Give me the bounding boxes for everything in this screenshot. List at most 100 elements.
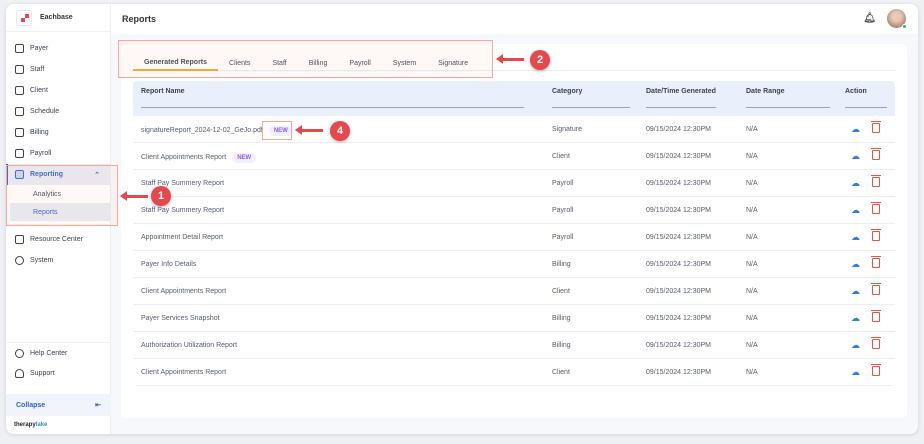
- sidebar-item-resource-center[interactable]: Resource Center: [6, 229, 110, 250]
- sidebar-item-billing[interactable]: Billing: [6, 122, 110, 143]
- trash-icon[interactable]: [871, 148, 881, 160]
- label: Schedule: [30, 108, 60, 115]
- trash-icon[interactable]: [871, 121, 881, 133]
- category-cell: Billing: [552, 261, 571, 268]
- label: Resource Center: [30, 236, 83, 243]
- report-name-cell: Payer Info Details: [141, 261, 196, 268]
- download-icon[interactable]: ☁: [851, 205, 860, 216]
- sidebar-item-schedule[interactable]: Schedule: [6, 101, 110, 122]
- report-name[interactable]: Staff Pay Summery Report: [141, 207, 224, 214]
- logo-icon: [16, 9, 32, 26]
- date-cell: 09/15/2024 12:30PM: [646, 261, 711, 268]
- trash-icon[interactable]: [871, 175, 881, 187]
- report-name[interactable]: signatureReport_2024-12-02_GeJo.pdf: [141, 127, 263, 134]
- trash-icon[interactable]: [871, 256, 881, 268]
- annotation-badge-2: 2: [530, 50, 550, 70]
- sidebar-item-payer[interactable]: Payer: [6, 38, 110, 59]
- download-icon[interactable]: ☁: [851, 232, 860, 243]
- download-icon[interactable]: ☁: [851, 286, 860, 297]
- report-name[interactable]: Staff Pay Summery Report: [141, 180, 224, 187]
- sidebar-item-payroll[interactable]: Payroll: [6, 143, 110, 164]
- sidebar-item-client[interactable]: Client: [6, 80, 110, 101]
- range-cell: N/A: [746, 315, 758, 322]
- trash-icon[interactable]: [871, 283, 881, 295]
- staff-icon: [15, 65, 24, 74]
- annotation-arrow-4: [295, 125, 323, 135]
- table-header: Report Name Category Date/Time Generated Da…: [133, 81, 895, 116]
- download-icon[interactable]: ☁: [851, 367, 860, 378]
- sidebar-bottom: Help Center Support Collapse ⇤ therapy lak…: [6, 342, 111, 434]
- report-name[interactable]: Client Appointments Report: [141, 154, 226, 161]
- table-row: Appointment Detail Report Payroll 09/15/…: [133, 224, 895, 251]
- trash-icon[interactable]: [871, 337, 881, 349]
- download-icon[interactable]: ☁: [851, 313, 860, 324]
- download-icon[interactable]: ☁: [851, 259, 860, 270]
- trash-icon[interactable]: [871, 364, 881, 376]
- reports-panel: Generated Reports Clients Staff Billing Payr…: [121, 44, 907, 418]
- category-cell: Client: [552, 153, 570, 160]
- online-status-icon: [902, 24, 907, 29]
- report-name-cell: Authorization Utilization Report: [141, 342, 237, 349]
- reports-table: Report Name Category Date/Time Generated Da…: [133, 81, 895, 386]
- folder-icon: [15, 235, 24, 244]
- avatar[interactable]: [887, 9, 907, 29]
- column-header[interactable]: Action: [845, 88, 887, 108]
- column-header[interactable]: Date Range: [746, 88, 829, 108]
- trash-icon[interactable]: [871, 229, 881, 241]
- report-name[interactable]: Appointment Detail Report: [141, 234, 223, 241]
- annotation-arrow-1: [120, 191, 148, 201]
- report-name[interactable]: Payer Info Details: [141, 261, 196, 268]
- sidebar-item-help[interactable]: Help Center: [6, 342, 111, 363]
- column-header[interactable]: Category: [552, 88, 631, 108]
- report-name[interactable]: Client Appointments Report: [141, 288, 226, 295]
- annotation-badge-1: 1: [151, 186, 171, 206]
- collapse-label: Collapse: [16, 401, 46, 409]
- range-cell: N/A: [746, 342, 758, 349]
- date-cell: 09/15/2024 12:30PM: [646, 342, 711, 349]
- trash-icon[interactable]: [871, 310, 881, 322]
- download-icon[interactable]: ☁: [851, 124, 860, 135]
- report-name[interactable]: Authorization Utilization Report: [141, 342, 237, 349]
- range-cell: N/A: [746, 180, 758, 187]
- sidebar-item-support[interactable]: Support: [6, 363, 111, 384]
- brand[interactable]: Eachbase: [6, 4, 110, 32]
- table-row: signatureReport_2024-12-02_GeJo.pdf NEW S…: [133, 116, 895, 143]
- annotation-arrow-2: [496, 54, 524, 64]
- column-header[interactable]: Date/Time Generated: [646, 88, 716, 108]
- report-name[interactable]: Client Appointments Report: [141, 369, 226, 376]
- report-name-cell: Client Appointments Report: [141, 369, 226, 376]
- footer-logo-b: lake: [35, 422, 48, 428]
- category-cell: Billing: [552, 342, 571, 349]
- table-row: Client Appointments Report Client 09/15/…: [133, 278, 895, 305]
- page-title: Reports: [122, 14, 157, 24]
- column-header[interactable]: Report Name: [141, 88, 521, 108]
- download-icon[interactable]: ☁: [851, 151, 860, 162]
- annotation-box-new: [262, 121, 292, 140]
- report-name-cell: Client Appointments Report: [141, 288, 226, 295]
- sidebar-item-system[interactable]: System: [6, 250, 110, 271]
- collapse-icon: ⇤: [95, 402, 101, 409]
- table-row: Client Appointments Report Client 09/15/…: [133, 359, 895, 386]
- collapse-button[interactable]: Collapse ⇤: [6, 394, 111, 416]
- label: Client: [30, 87, 48, 94]
- annotation-box-sidebar: [6, 165, 118, 226]
- bell-icon[interactable]: 🔔︎: [863, 13, 876, 24]
- help-icon: [15, 348, 24, 358]
- download-icon[interactable]: ☁: [851, 178, 860, 189]
- range-cell: N/A: [746, 126, 758, 133]
- range-cell: N/A: [746, 153, 758, 160]
- gear-icon: [15, 256, 24, 265]
- sidebar-item-staff[interactable]: Staff: [6, 59, 110, 80]
- date-cell: 09/15/2024 12:30PM: [646, 153, 711, 160]
- range-cell: N/A: [746, 288, 758, 295]
- trash-icon[interactable]: [871, 202, 881, 214]
- date-cell: 09/15/2024 12:30PM: [646, 288, 711, 295]
- footer-logo-a: therapy: [14, 422, 36, 428]
- report-name[interactable]: Payer Services Snapshot: [141, 315, 220, 322]
- table-row: Staff Pay Summery Report Payroll 09/15/2…: [133, 170, 895, 197]
- date-cell: 09/15/2024 12:30PM: [646, 207, 711, 214]
- download-icon[interactable]: ☁: [851, 340, 860, 351]
- billing-icon: [15, 128, 24, 137]
- label: Support: [30, 370, 55, 377]
- category-cell: Billing: [552, 315, 571, 322]
